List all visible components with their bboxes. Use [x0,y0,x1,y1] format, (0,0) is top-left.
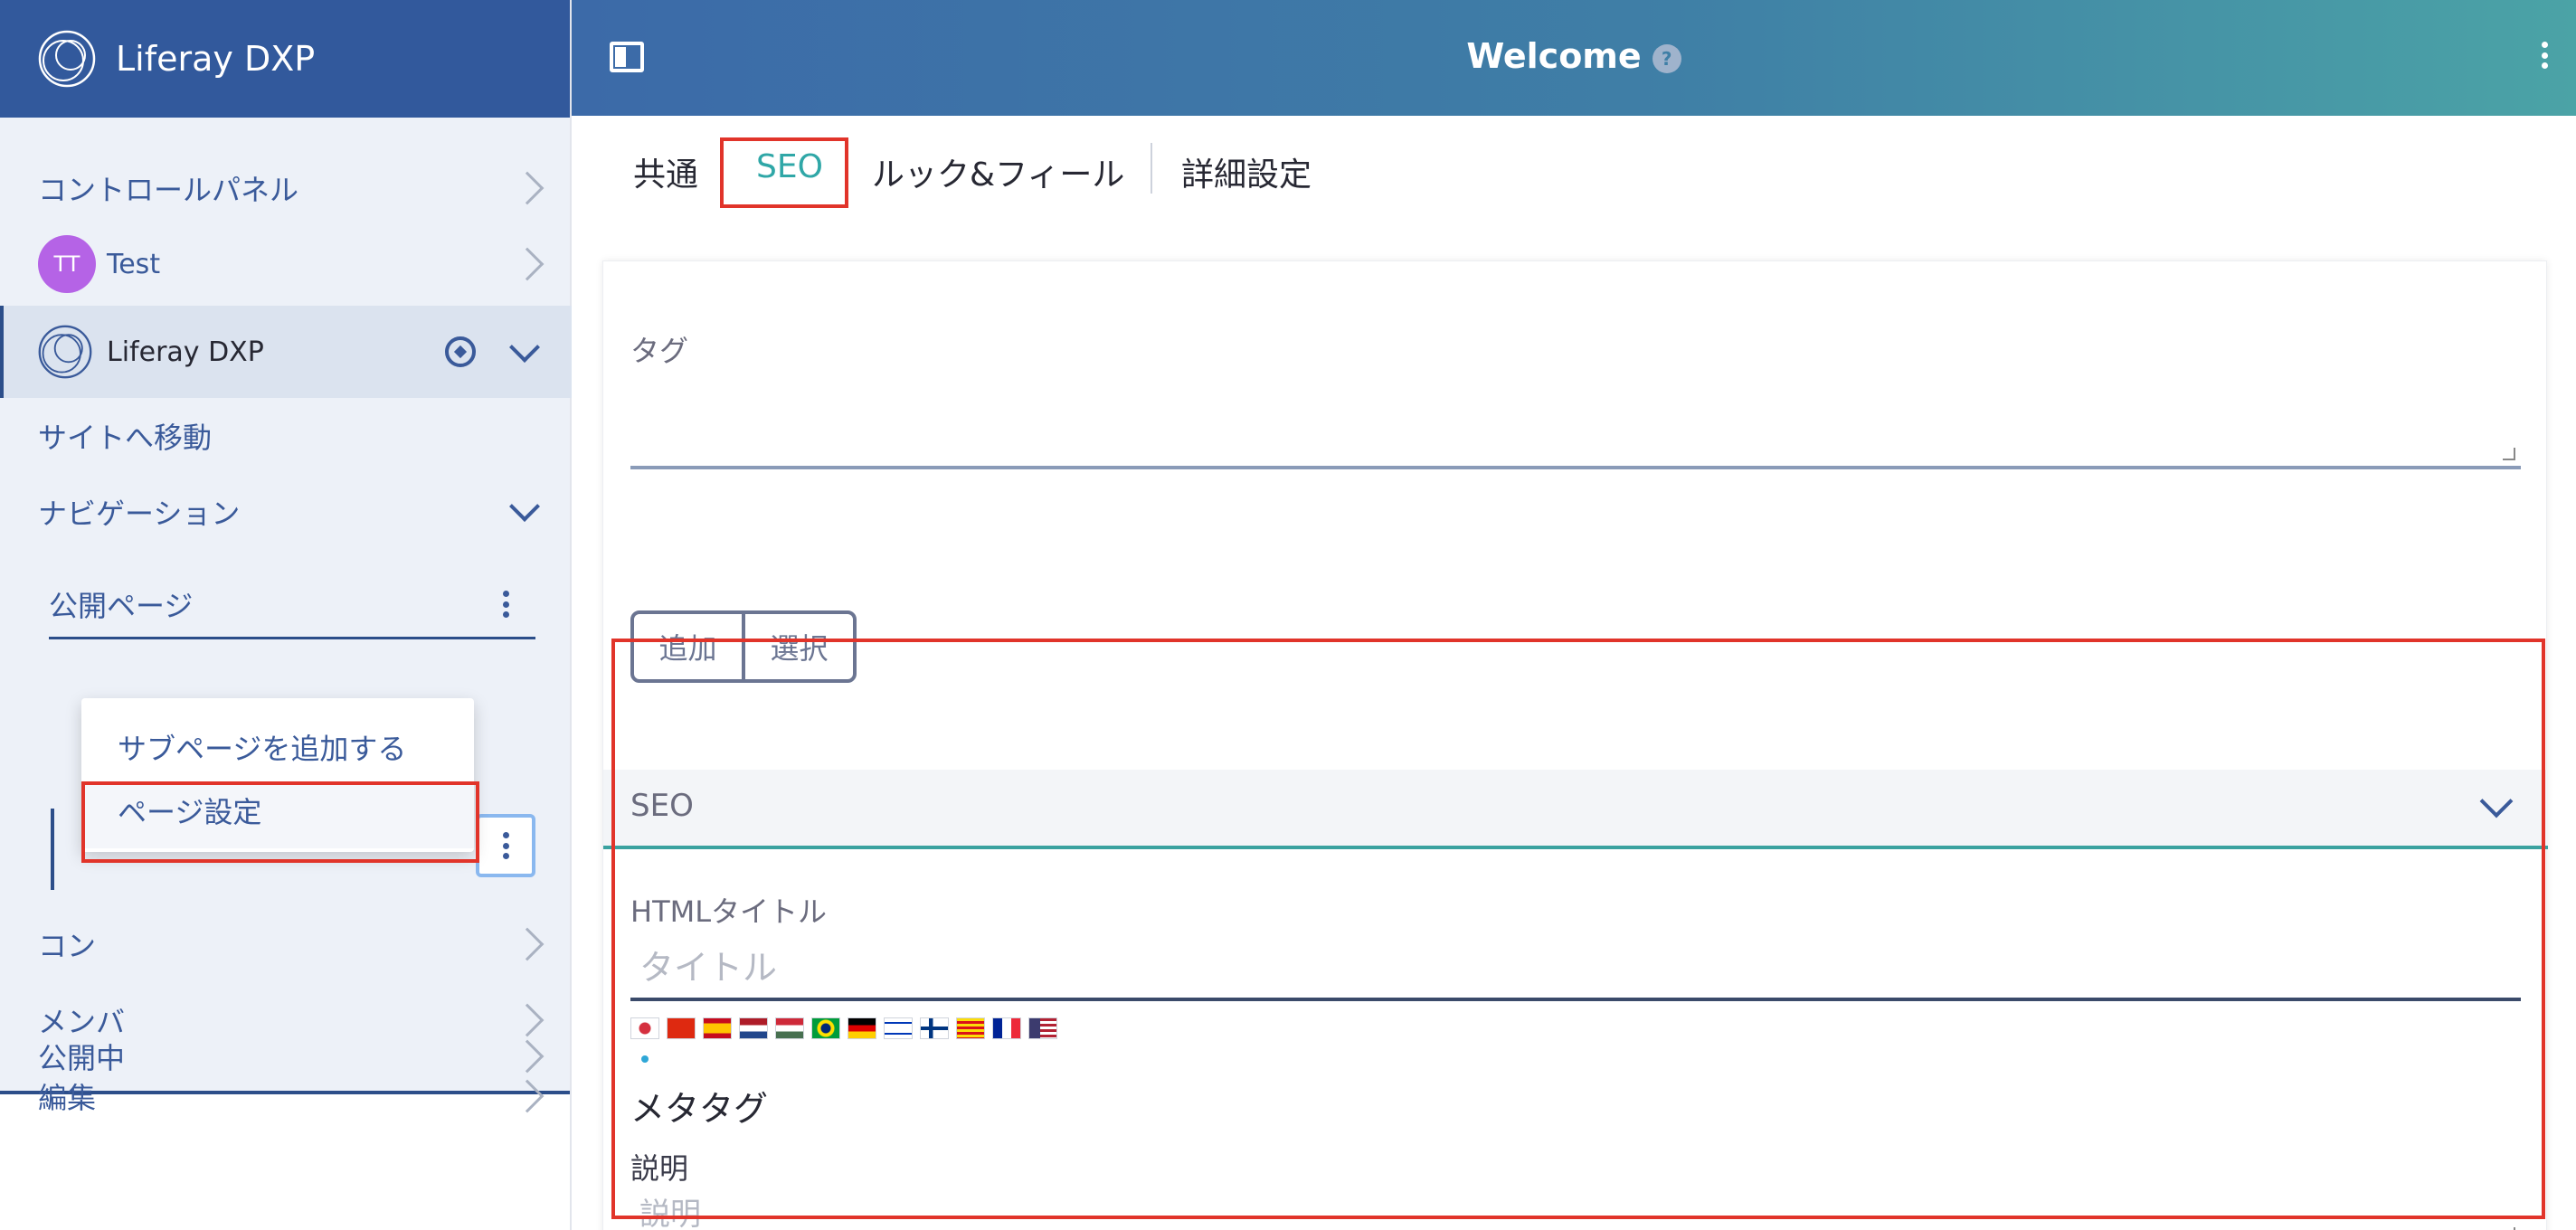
tab-general[interactable]: 共通 [633,148,698,195]
tab-advanced[interactable]: 詳細設定 [1181,148,1312,195]
flag-de-icon[interactable] [848,1017,876,1039]
description-label: 説明 [630,1151,689,1186]
help-icon[interactable]: ? [1652,43,1681,73]
goto-site-label: サイトへ移動 [38,421,213,455]
user-avatar: TT [38,235,96,293]
flag-br-icon[interactable] [811,1017,840,1039]
seo-panel-title: SEO [630,788,694,824]
chevron-down-icon [509,491,540,522]
public-pages-label: 公開ページ [49,589,194,623]
tags-textarea-underline [630,466,2521,469]
vertical-ellipsis-icon [501,832,510,859]
public-pages-header[interactable]: 公開ページ [0,577,572,631]
page-options-dropdown: サブページを追加する ページ設定 [81,698,474,852]
seo-panel-header[interactable]: SEO [603,770,2548,849]
chevron-right-icon [510,927,545,961]
flag-il-icon[interactable] [884,1017,913,1039]
flag-cn-icon[interactable] [667,1017,696,1039]
flag-jp-icon[interactable] [630,1017,659,1039]
page-tree-selected-line [51,809,54,890]
flag-es-icon[interactable] [703,1017,732,1039]
chevron-right-icon [510,1039,545,1074]
html-title-label: HTMLタイトル [630,894,828,929]
topbar-options-icon[interactable] [2540,42,2549,69]
content-label: コン [38,929,97,963]
sidebar-item-user[interactable]: TT Test [0,226,572,302]
chevron-down-icon [2479,784,2514,818]
chevron-right-icon [510,247,545,281]
page-options-button[interactable] [476,814,535,877]
sidebar-item-site[interactable]: Liferay DXP [0,306,572,398]
control-panel-label: コントロールパネル [38,173,299,207]
page-settings-menu-item[interactable]: ページ設定 [81,785,474,848]
top-bar: Welcome? [572,0,2576,116]
add-tag-button[interactable]: 追加 [634,614,742,679]
settings-card: タグ 追加 選択 SEO HTMLタイトル タイトル メタタグ 説明 説明 [602,260,2548,1230]
active-language-indicator [641,1055,649,1063]
tab-look-and-feel[interactable]: ルック&フィール [872,148,1124,195]
resize-grip-icon[interactable] [2503,448,2515,460]
flag-nl-icon[interactable] [739,1017,768,1039]
site-name: Liferay DXP [107,336,264,368]
sidebar-header: Liferay DXP [0,0,570,118]
tags-textarea[interactable] [630,370,2521,466]
html-title-input[interactable]: タイトル [639,940,777,989]
sidebar-item-content[interactable]: コン [0,917,572,971]
sidebar-item-publishing[interactable]: 公開中 [0,1029,572,1083]
liferay-logo-icon [38,30,96,88]
product-menu-sidebar: Liferay DXP コントロールパネル TT Test Liferay DX… [0,0,572,1230]
flag-fr-icon[interactable] [992,1017,1021,1039]
chevron-right-icon [510,171,545,205]
navigation-label: ナビゲーション [38,497,241,531]
page-title-text: Welcome [1466,36,1642,76]
tags-label: タグ [630,334,689,368]
html-title-underline [630,998,2521,1001]
flag-hu-icon[interactable] [775,1017,804,1039]
compass-icon[interactable] [445,336,476,367]
language-selector [630,1017,1057,1039]
publishing-label: 公開中 [38,1041,126,1075]
page-title: Welcome? [572,36,2576,76]
sidebar-menu: コントロールパネル TT Test Liferay DXP サイトへ移動 ナビゲ… [0,118,572,1115]
tab-seo[interactable]: SEO [756,148,823,185]
chevron-down-icon[interactable] [509,332,540,363]
tab-separator [1151,143,1152,194]
tags-button-group: 追加 選択 [630,610,857,683]
public-pages-underline [49,637,535,639]
public-pages-options-icon[interactable] [501,591,510,618]
sidebar-item-control-panel[interactable]: コントロールパネル [0,161,572,215]
chevron-right-icon [510,1079,545,1113]
settings-tabs: 共通 SEO ルック&フィール 詳細設定 [573,116,2576,228]
meta-tags-title: メタタグ [630,1089,769,1129]
flag-us-icon[interactable] [1028,1017,1057,1039]
select-tag-button[interactable]: 選択 [742,614,853,679]
site-logo-icon [38,325,92,379]
user-name: Test [107,248,161,280]
sidebar-brand: Liferay DXP [116,39,316,79]
sidebar-item-navigation[interactable]: ナビゲーション [0,485,572,539]
flag-fi-icon[interactable] [920,1017,949,1039]
page-settings-main: 共通 SEO ルック&フィール 詳細設定 タグ 追加 選択 SEO HTMLタイ… [573,116,2576,1230]
sidebar-item-goto-site[interactable]: サイトへ移動 [0,409,572,463]
add-subpage-menu-item[interactable]: サブページを追加する [81,722,474,776]
flag-ca-icon[interactable] [956,1017,985,1039]
description-textarea[interactable]: 説明 [639,1189,701,1230]
